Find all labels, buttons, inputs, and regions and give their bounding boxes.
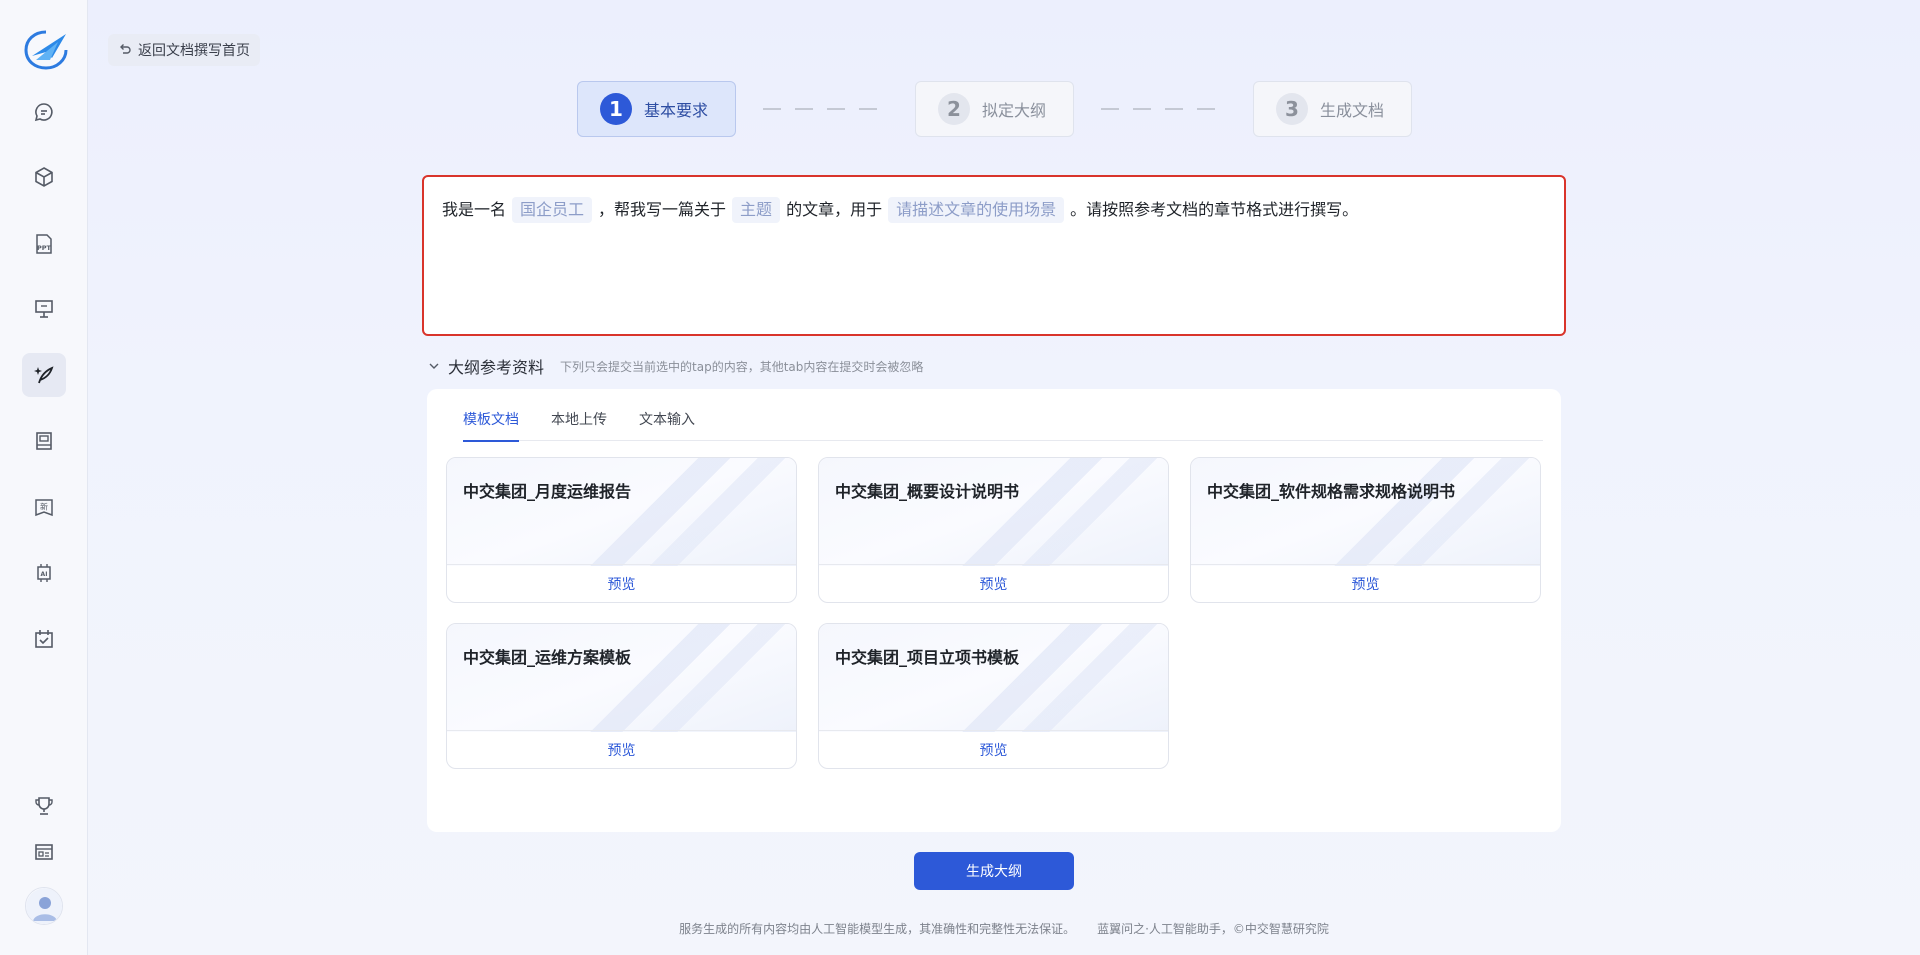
sidebar-item-presentation[interactable]: [22, 287, 66, 331]
svg-text:AI: AI: [41, 571, 48, 578]
prompt-slot-scenario[interactable]: 请描述文章的使用场景: [888, 197, 1065, 223]
template-card-title: 中交集团_月度运维报告: [463, 482, 632, 501]
back-button-label: 返回文档撰写首页: [138, 43, 250, 59]
step-number: 3: [1276, 93, 1308, 125]
tab-template-documents[interactable]: 模板文档: [463, 409, 519, 442]
calendar-check-icon: [35, 630, 53, 648]
undo-arrow-icon: [120, 44, 131, 54]
step-number: 2: [938, 93, 970, 125]
ai-chip-icon: AI: [37, 564, 51, 582]
back-button[interactable]: 返回文档撰写首页: [108, 34, 260, 66]
preview-button[interactable]: 预览: [1191, 564, 1540, 602]
preview-button[interactable]: 预览: [819, 564, 1168, 602]
template-card[interactable]: 中交集团_运维方案模板 预览: [446, 623, 797, 769]
prompt-slot-topic[interactable]: 主题: [732, 197, 781, 223]
card-cover: [1191, 458, 1540, 566]
footer-copyright: 蓝翼问之·人工智能助手，©中交智慧研究院: [1097, 922, 1329, 936]
user-avatar-icon: [26, 888, 62, 924]
footer-disclaimer: 服务生成的所有内容均由人工智能模型生成，其准确性和完整性无法保证。: [679, 922, 1076, 936]
step-generate-document: 3 生成文档: [1253, 81, 1412, 137]
step-label: 拟定大纲: [982, 101, 1047, 120]
step-number: 1: [600, 93, 632, 125]
card-cover: [447, 458, 796, 566]
svg-text:新: 新: [40, 502, 48, 512]
reference-title: 大纲参考资料: [448, 358, 545, 377]
step-draft-outline: 2 拟定大纲: [915, 81, 1074, 137]
prompt-editor[interactable]: 我是一名 国企员工 ，帮我写一篇关于 主题 的文章，用于 请描述文章的使用场景 。请按照参考…: [422, 175, 1566, 336]
card-cover: [819, 458, 1168, 566]
preview-button[interactable]: 预览: [819, 730, 1168, 768]
step-connector: [763, 108, 877, 110]
reference-panel: 模板文档 本地上传 文本输入 中交集团_月度运维报告 预览 中交集团_概要设计说…: [427, 389, 1561, 832]
preview-button[interactable]: 预览: [447, 564, 796, 602]
footer: 服务生成的所有内容均由人工智能模型生成，其准确性和完整性无法保证。 蓝翼问之·人工…: [88, 920, 1920, 937]
sidebar-item-write[interactable]: [22, 353, 66, 397]
reference-note: 下列只会提交当前选中的tap的内容，其他tab内容在提交时会被忽略: [560, 359, 924, 374]
svg-text:PPT: PPT: [37, 244, 52, 252]
sidebar-item-news[interactable]: 新: [22, 485, 66, 529]
card-cover: [819, 624, 1168, 732]
tab-text-input[interactable]: 文本输入: [639, 409, 695, 441]
prompt-text: 我是一名: [442, 200, 507, 219]
reference-header[interactable]: 大纲参考资料 下列只会提交当前选中的tap的内容，其他tab内容在提交时会被忽略: [428, 354, 923, 378]
news-icon: 新: [35, 499, 53, 517]
template-card-title: 中交集团_项目立项书模板: [835, 648, 1020, 667]
pen-sparkle-icon: [34, 366, 54, 384]
step-basic-requirements: 1 基本要求: [577, 81, 736, 137]
sidebar: PPT 新 AI: [0, 0, 88, 955]
template-card-title: 中交集团_运维方案模板: [463, 648, 632, 667]
reference-tabs: 模板文档 本地上传 文本输入: [463, 409, 1543, 442]
app-logo[interactable]: [22, 28, 70, 72]
main-content: 返回文档撰写首页 1 基本要求 2 拟定大纲 3 生成文档 我是一名 国企员工 ，帮…: [88, 0, 1920, 955]
template-card[interactable]: 中交集团_概要设计说明书 预览: [818, 457, 1169, 603]
template-card-title: 中交集团_软件规格需求规格说明书: [1207, 482, 1456, 501]
book-icon: [36, 432, 52, 450]
prompt-text: 的文章，用于: [786, 200, 883, 219]
step-connector: [1101, 108, 1215, 110]
sidebar-item-ppt[interactable]: PPT: [22, 222, 66, 266]
chat-icon: [34, 103, 53, 122]
window-icon: [35, 844, 53, 860]
preview-button[interactable]: 预览: [447, 730, 796, 768]
trophy-icon: [35, 797, 53, 815]
prompt-text: ，帮我写一篇关于: [598, 200, 727, 219]
template-card[interactable]: 中交集团_月度运维报告 预览: [446, 457, 797, 603]
prompt-slot-role[interactable]: 国企员工: [512, 197, 593, 223]
step-label: 生成文档: [1320, 101, 1385, 120]
sidebar-item-trophy[interactable]: [22, 784, 66, 828]
generate-outline-button[interactable]: 生成大纲: [914, 852, 1074, 890]
sidebar-item-window[interactable]: [22, 830, 66, 874]
tab-local-upload[interactable]: 本地上传: [551, 409, 607, 441]
sidebar-item-calendar[interactable]: [22, 617, 66, 661]
chevron-down-icon[interactable]: [428, 360, 440, 372]
sidebar-item-ai[interactable]: AI: [22, 551, 66, 595]
ppt-icon: PPT: [36, 234, 52, 254]
template-card[interactable]: 中交集团_软件规格需求规格说明书 预览: [1190, 457, 1541, 603]
template-card[interactable]: 中交集团_项目立项书模板 预览: [818, 623, 1169, 769]
prompt-text: 。请按照参考文档的章节格式进行撰写。: [1070, 200, 1359, 219]
avatar[interactable]: [25, 887, 63, 925]
step-label: 基本要求: [644, 101, 709, 120]
template-card-title: 中交集团_概要设计说明书: [835, 482, 1020, 501]
sidebar-item-book[interactable]: [22, 419, 66, 463]
card-cover: [447, 624, 796, 732]
presentation-icon: [35, 300, 53, 318]
cube-icon: [35, 167, 53, 187]
sidebar-item-chat[interactable]: [22, 90, 66, 134]
sidebar-item-cube[interactable]: [22, 155, 66, 199]
